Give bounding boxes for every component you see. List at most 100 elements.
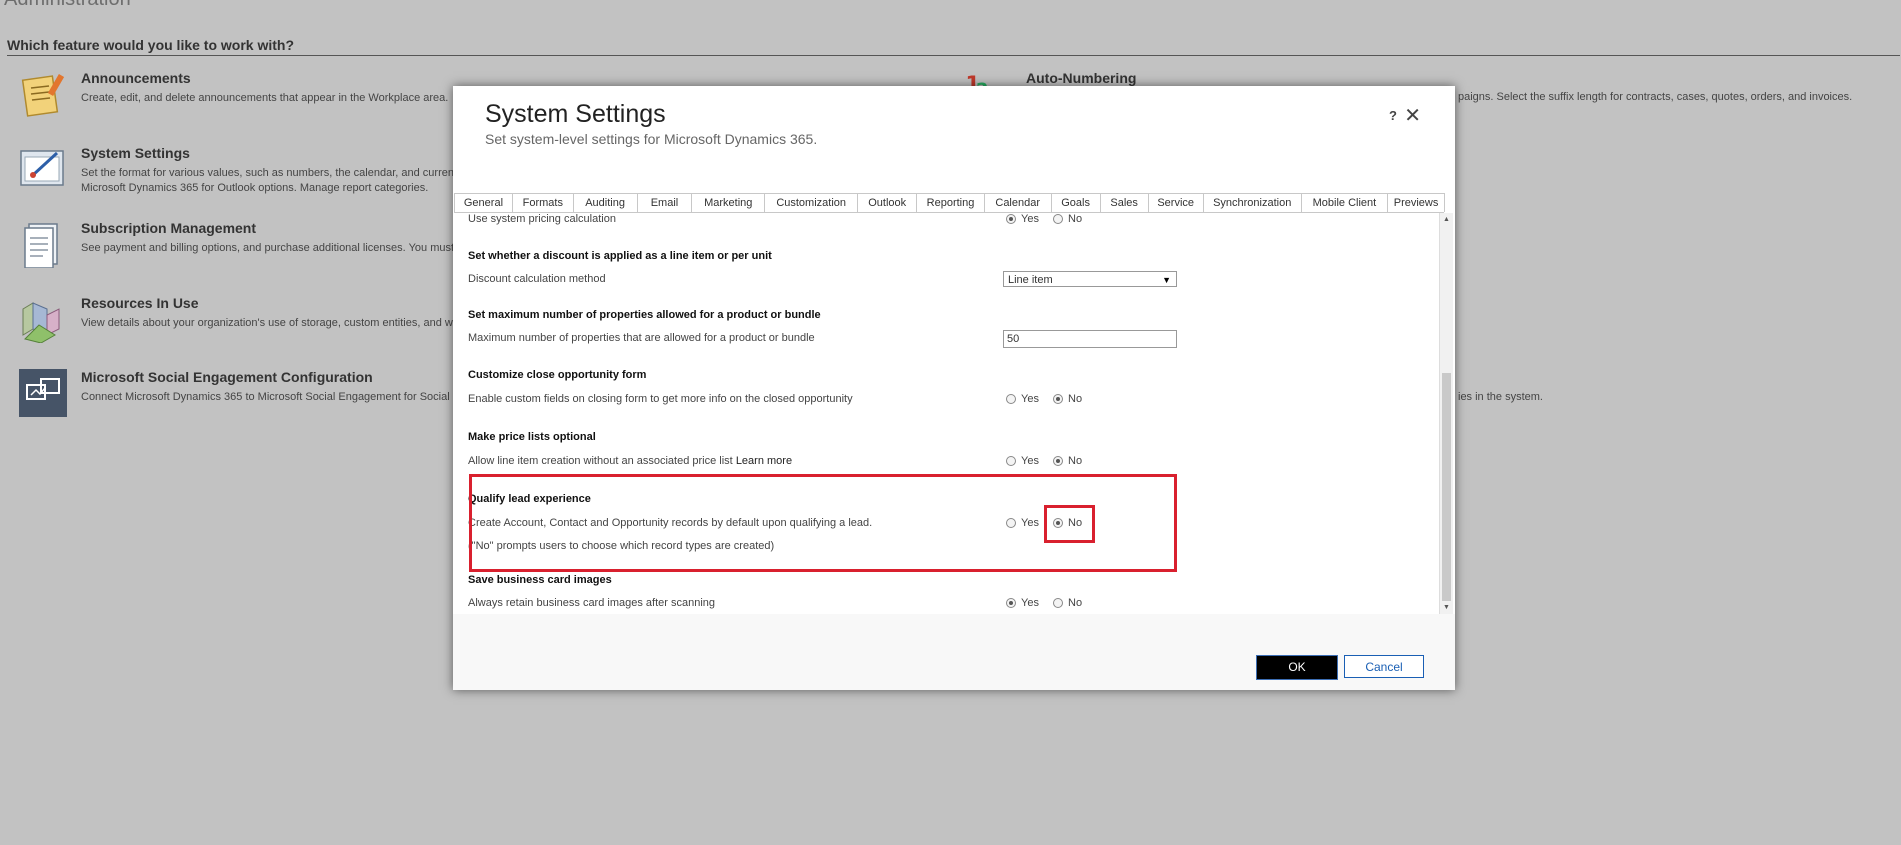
tab-customization[interactable]: Customization: [764, 193, 859, 212]
tab-sales[interactable]: Sales: [1099, 193, 1149, 212]
qualify-lead-no-radio[interactable]: No: [1053, 517, 1082, 529]
help-icon[interactable]: ?: [1389, 108, 1397, 123]
radio-label: No: [1068, 393, 1083, 405]
divider: [7, 55, 1900, 56]
radio-label: Yes: [1021, 393, 1039, 405]
vertical-scrollbar[interactable]: ▲ ▼: [1439, 213, 1453, 614]
system-settings-icon: [20, 150, 64, 186]
ok-button[interactable]: OK: [1256, 655, 1338, 680]
feature-resources-in-use[interactable]: Resources In Use View details about your…: [19, 295, 499, 345]
radio-label: No: [1068, 213, 1083, 225]
tab-auditing[interactable]: Auditing: [572, 193, 638, 212]
feature-question: Which feature would you like to work wit…: [7, 37, 295, 53]
price-lists-label-text: Allow line item creation without an asso…: [468, 455, 733, 467]
pricing-calc-no-radio[interactable]: No: [1053, 213, 1082, 225]
price-lists-label: Allow line item creation without an asso…: [468, 455, 792, 467]
dropdown-arrow-icon: ▼: [1162, 275, 1171, 285]
feature-description: View details about your organization's u…: [81, 317, 453, 329]
close-opportunity-yes-radio[interactable]: Yes: [1006, 393, 1039, 405]
tab-synchronization[interactable]: Synchronization: [1202, 193, 1302, 212]
close-opportunity-heading: Customize close opportunity form: [468, 369, 647, 381]
cancel-button[interactable]: Cancel: [1344, 655, 1424, 678]
close-opportunity-label: Enable custom fields on closing form to …: [468, 393, 853, 405]
auto-numbering-description: paigns. Select the suffix length for con…: [1458, 91, 1853, 103]
price-lists-no-radio[interactable]: No: [1053, 455, 1082, 467]
feature-system-settings[interactable]: System Settings Set the format for vario…: [19, 145, 499, 195]
qualify-lead-heading: Qualify lead experience: [468, 493, 591, 505]
tab-mobile-client[interactable]: Mobile Client: [1300, 193, 1389, 212]
discount-method-value: Line item: [1008, 274, 1053, 286]
close-opportunity-no-radio[interactable]: No: [1053, 393, 1082, 405]
feature-description: Create, edit, and delete announcements t…: [81, 92, 449, 104]
tab-previews[interactable]: Previews: [1387, 193, 1446, 212]
radio-label: Yes: [1021, 213, 1039, 225]
tab-email[interactable]: Email: [636, 193, 693, 212]
business-card-heading: Save business card images: [468, 574, 612, 586]
social-engagement-description-tail: ies in the system.: [1458, 391, 1543, 403]
feature-description-line: Set the format for various values, such …: [81, 167, 454, 179]
learn-more-link[interactable]: Learn more: [736, 455, 792, 467]
radio-label: Yes: [1021, 517, 1039, 529]
tab-service[interactable]: Service: [1147, 193, 1204, 212]
scroll-up-arrow-icon[interactable]: ▲: [1440, 213, 1453, 226]
system-settings-dialog: System Settings Set system-level setting…: [453, 86, 1455, 690]
pricing-calc-yes-radio[interactable]: Yes: [1006, 213, 1039, 225]
radio-unselected-icon: [1053, 598, 1063, 608]
radio-unselected-icon: [1006, 518, 1016, 528]
business-card-label: Always retain business card images after…: [468, 597, 716, 609]
radio-label: Yes: [1021, 597, 1039, 609]
radio-selected-icon: [1006, 214, 1016, 224]
discount-method-select[interactable]: Line item ▼: [1003, 271, 1177, 287]
feature-title: Announcements: [81, 70, 191, 86]
price-lists-heading: Make price lists optional: [468, 431, 596, 443]
feature-description: Set the format for various values, such …: [81, 166, 454, 196]
feature-title: Auto-Numbering: [1026, 70, 1137, 86]
tab-goals[interactable]: Goals: [1050, 193, 1101, 212]
tab-reporting[interactable]: Reporting: [916, 193, 985, 212]
tab-outlook[interactable]: Outlook: [857, 193, 918, 212]
discount-heading: Set whether a discount is applied as a l…: [468, 250, 772, 262]
scroll-thumb[interactable]: [1442, 373, 1451, 601]
scroll-down-arrow-icon[interactable]: ▼: [1440, 601, 1453, 614]
feature-announcements[interactable]: Announcements Create, edit, and delete a…: [19, 70, 499, 120]
feature-description: Connect Microsoft Dynamics 365 to Micros…: [81, 391, 456, 403]
feature-title: System Settings: [81, 145, 190, 161]
subscription-icon: [24, 223, 58, 268]
business-card-yes-radio[interactable]: Yes: [1006, 597, 1039, 609]
radio-unselected-icon: [1006, 394, 1016, 404]
radio-unselected-icon: [1053, 214, 1063, 224]
discount-label: Discount calculation method: [468, 273, 606, 285]
tab-marketing[interactable]: Marketing: [691, 193, 766, 212]
settings-content: Use system pricing calculation Yes No Se…: [453, 213, 1439, 615]
radio-unselected-icon: [1006, 456, 1016, 466]
feature-title: Resources In Use: [81, 295, 199, 311]
feature-description: See payment and billing options, and pur…: [81, 242, 455, 254]
announcements-icon: [21, 73, 65, 117]
radio-label: No: [1068, 597, 1083, 609]
business-card-no-radio[interactable]: No: [1053, 597, 1082, 609]
pricing-calc-label: Use system pricing calculation: [468, 213, 616, 225]
close-icon[interactable]: ✕: [1404, 103, 1421, 128]
feature-subscription-management[interactable]: Subscription Management See payment and …: [19, 220, 499, 270]
page-title: Administration: [4, 0, 131, 11]
social-engagement-icon: [19, 369, 67, 417]
dialog-subtitle: Set system-level settings for Microsoft …: [485, 131, 818, 147]
settings-tabs: General Formats Auditing Email Marketing…: [454, 193, 1446, 213]
tab-general[interactable]: General: [454, 193, 513, 212]
qualify-lead-yes-radio[interactable]: Yes: [1006, 517, 1039, 529]
max-properties-heading: Set maximum number of properties allowed…: [468, 309, 821, 321]
radio-label: No: [1068, 455, 1083, 467]
tab-formats[interactable]: Formats: [511, 193, 574, 212]
feature-title: Subscription Management: [81, 220, 257, 236]
feature-description-line: Microsoft Dynamics 365 for Outlook optio…: [81, 182, 429, 194]
radio-selected-icon: [1006, 598, 1016, 608]
resources-chart-icon: [22, 302, 60, 343]
feature-social-engagement[interactable]: Microsoft Social Engagement Configuratio…: [19, 369, 499, 419]
radio-selected-icon: [1053, 394, 1063, 404]
max-properties-input[interactable]: 50: [1003, 330, 1177, 348]
tab-calendar[interactable]: Calendar: [983, 193, 1052, 212]
radio-selected-icon: [1053, 518, 1063, 528]
price-lists-yes-radio[interactable]: Yes: [1006, 455, 1039, 467]
radio-label: Yes: [1021, 455, 1039, 467]
qualify-lead-label: Create Account, Contact and Opportunity …: [468, 517, 873, 529]
